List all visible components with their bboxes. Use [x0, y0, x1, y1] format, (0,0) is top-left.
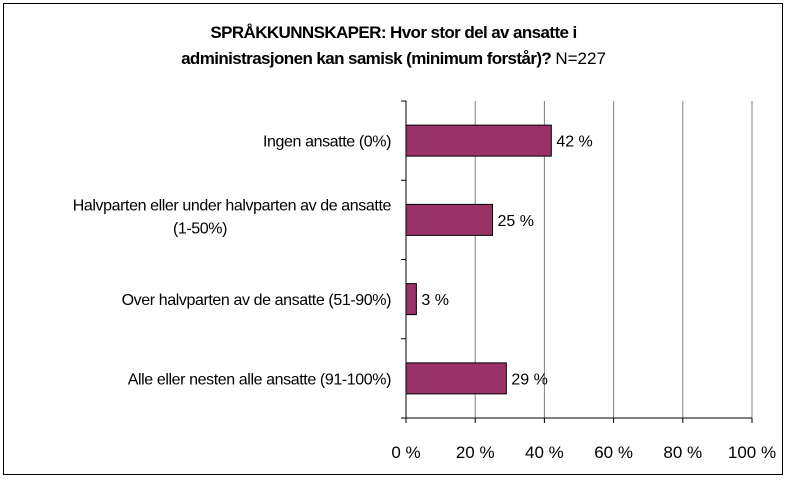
- category-label-2: Over halvparten av de ansatte (51-90%): [122, 292, 391, 309]
- bars: [405, 124, 552, 395]
- x-tick-label-60: 60 %: [594, 443, 633, 462]
- category-label-0: Ingen ansatte (0%): [263, 134, 391, 151]
- x-tick-label-20: 20 %: [456, 443, 495, 462]
- bar-2: [405, 283, 417, 316]
- bar-3: [405, 362, 507, 395]
- category-label-3: Alle eller nesten alle ansatte (91-100%): [128, 371, 391, 388]
- x-tick-label-40: 40 %: [525, 443, 564, 462]
- category-label-1-line-0: Halvparten eller under halvparten av de …: [73, 197, 392, 214]
- labels: 0 % 20 % 40 % 60 % 80 % 100 % 42 % Ingen ansatt…: [73, 134, 776, 462]
- category-label-1-line-1: (1-50%): [173, 220, 227, 237]
- x-tick-label-0: 0 %: [391, 443, 420, 462]
- data-label-2: 3 %: [421, 292, 449, 309]
- data-label-3: 29 %: [511, 371, 547, 388]
- bar-0: [405, 124, 552, 157]
- bar-chart: 0 % 20 % 40 % 60 % 80 % 100 % 42 % Ingen ansatt…: [73, 100, 776, 462]
- bar-1: [405, 203, 493, 236]
- x-tick-label-100: 100 %: [728, 443, 776, 462]
- data-label-1: 25 %: [498, 213, 534, 230]
- data-label-0: 42 %: [556, 134, 592, 151]
- x-tick-label-80: 80 %: [663, 443, 702, 462]
